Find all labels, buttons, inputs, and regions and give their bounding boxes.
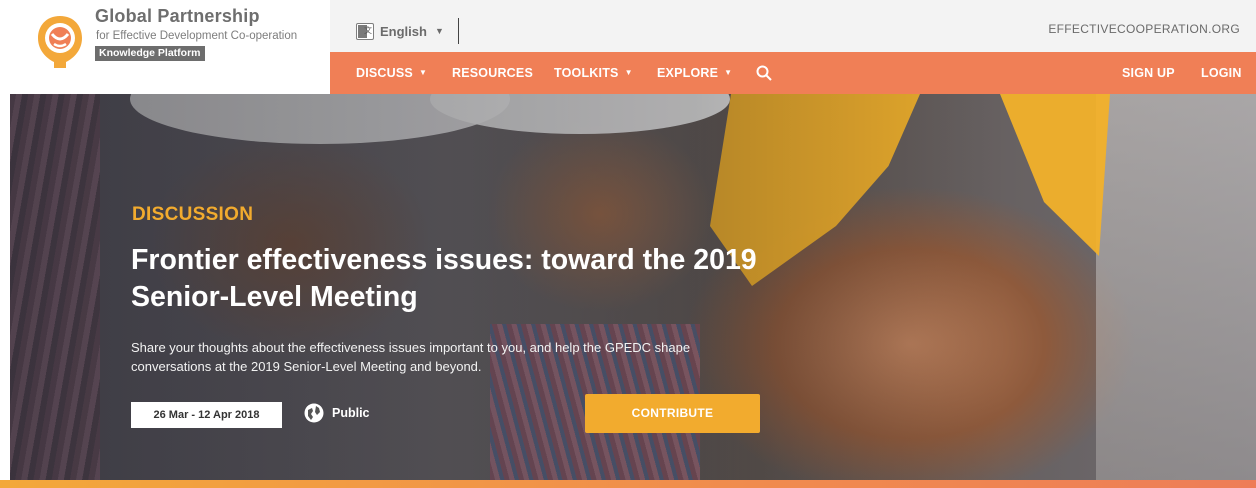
page: Global Partnership for Effective Develop… bbox=[0, 0, 1256, 488]
utility-bar: English ▼ EFFECTIVECOOPERATION.ORG bbox=[330, 0, 1256, 52]
chevron-down-icon: ▼ bbox=[418, 68, 428, 77]
date-range-badge: 26 Mar - 12 Apr 2018 bbox=[131, 402, 282, 428]
hero-category-tag: DISCUSSION bbox=[132, 204, 254, 225]
nav-explore[interactable]: EXPLORE ▼ bbox=[657, 52, 732, 94]
language-label: English bbox=[380, 23, 427, 39]
nav-discuss-label: DISCUSS bbox=[356, 66, 413, 80]
chevron-down-icon: ▼ bbox=[724, 68, 733, 77]
brand-title: Global Partnership bbox=[95, 6, 260, 26]
chevron-down-icon: ▼ bbox=[434, 26, 444, 36]
brand-subtitle: for Effective Development Co-operation bbox=[96, 30, 298, 42]
site-link[interactable]: EFFECTIVECOOPERATION.ORG bbox=[1048, 22, 1240, 36]
brand-header[interactable]: Global Partnership for Effective Develop… bbox=[0, 0, 330, 94]
main-nav: DISCUSS ▼ RESOURCES TOOLKITS ▼ EXPLORE ▼ SI… bbox=[330, 52, 1256, 94]
platform-badge: Knowledge Platform bbox=[95, 46, 205, 61]
hero-banner: DISCUSSION Frontier effectiveness issues… bbox=[10, 94, 1256, 480]
nav-discuss[interactable]: DISCUSS ▼ bbox=[356, 52, 427, 94]
nav-explore-label: EXPLORE bbox=[657, 66, 719, 80]
nav-resources-label: RESOURCES bbox=[452, 66, 533, 80]
google-translate-icon bbox=[356, 22, 374, 40]
divider bbox=[458, 18, 459, 44]
accent-bar bbox=[0, 480, 1256, 488]
visibility-label: Public bbox=[332, 406, 370, 420]
nav-toolkits-label: TOOLKITS bbox=[554, 66, 619, 80]
signup-link[interactable]: SIGN UP bbox=[1122, 52, 1175, 94]
language-selector[interactable]: English ▼ bbox=[356, 21, 444, 41]
nav-toolkits[interactable]: TOOLKITS ▼ bbox=[554, 52, 633, 94]
chevron-down-icon: ▼ bbox=[624, 68, 633, 77]
globe-icon bbox=[304, 403, 324, 423]
gpedc-logo-icon[interactable] bbox=[36, 14, 84, 70]
search-icon[interactable] bbox=[756, 65, 772, 81]
hero-title: Frontier effectiveness issues: toward th… bbox=[131, 244, 757, 313]
hero-description: Share your thoughts about the effectiven… bbox=[131, 340, 691, 374]
login-link[interactable]: LOGIN bbox=[1201, 52, 1242, 94]
contribute-button[interactable]: CONTRIBUTE bbox=[585, 394, 760, 433]
nav-resources[interactable]: RESOURCES bbox=[452, 52, 533, 94]
